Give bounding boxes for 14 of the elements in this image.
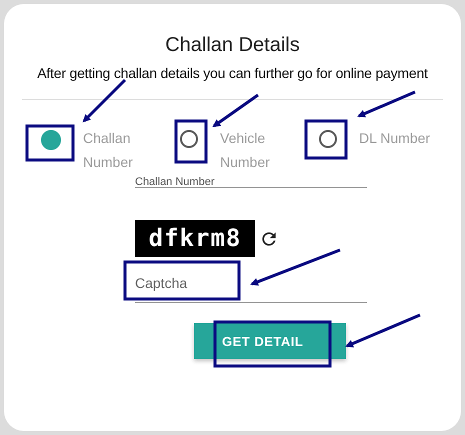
get-detail-button[interactable]: GET DETAIL [194,323,346,359]
annotation-box [174,120,208,164]
annotation-arrow [357,90,416,118]
input-field[interactable]: Challan Number [135,172,367,188]
radio-button[interactable] [41,130,61,150]
captcha-image: dfkrm8 [135,220,255,257]
form-title: Challan Details [164,34,301,57]
annotation-arrow [212,94,259,128]
radio-button[interactable] [319,130,337,148]
form-subtitle: After getting challan details you can further go for online payment [36,65,429,81]
annotation-box [26,124,74,162]
captcha-field[interactable]: Captcha [135,263,367,303]
radio-button[interactable] [180,130,198,148]
annotation-box [304,120,348,160]
